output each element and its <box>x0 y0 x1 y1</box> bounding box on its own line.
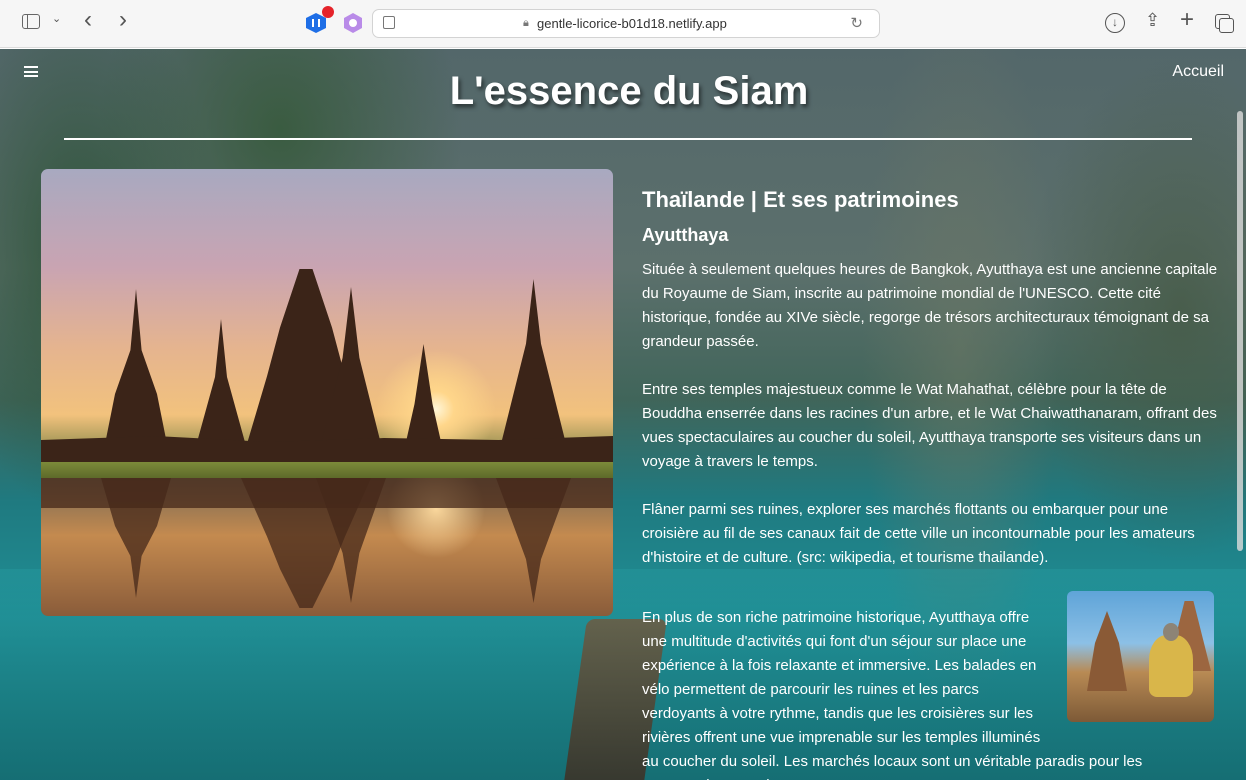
article: Thaïlande | Et ses patrimoines Ayutthaya… <box>642 187 1222 570</box>
forward-icon[interactable]: › <box>119 6 127 34</box>
extension-icon[interactable] <box>306 6 334 35</box>
lock-icon: 🔒︎ <box>523 17 529 29</box>
download-icon[interactable]: ↓ <box>1105 13 1125 33</box>
address-bar[interactable]: 🔒︎ gentle-licorice-b01d18.netlify.app ↻ <box>372 9 880 38</box>
page-title: L'essence du Siam <box>449 69 809 113</box>
back-icon[interactable]: ‹ <box>84 6 92 34</box>
buddha-statue-photo <box>1067 591 1214 722</box>
article-subheading: Ayutthaya <box>642 225 729 245</box>
article-paragraph: Située à seulement quelques heures de Ba… <box>642 261 1218 350</box>
sidebar-toggle-icon[interactable] <box>22 14 40 29</box>
url-text[interactable]: gentle-licorice-b01d18.netlify.app <box>537 16 727 31</box>
browser-toolbar: ⌄ ‹ › 🔒︎ gentle-licorice-b01d18.netlify.… <box>0 0 1246 48</box>
reload-icon[interactable]: ↻ <box>850 14 863 32</box>
notification-badge <box>322 6 334 18</box>
article-heading: Thaïlande | Et ses patrimoines <box>642 187 959 212</box>
article-paragraph: Entre ses temples majestueux comme le Wa… <box>642 381 1217 470</box>
page-settings-icon[interactable] <box>383 16 395 29</box>
title-divider <box>64 138 1192 140</box>
share-icon[interactable]: ⇪ <box>1145 10 1160 31</box>
article-paragraph: Flâner parmi ses ruines, explorer ses ma… <box>642 501 1195 566</box>
temple-sunset-photo <box>41 169 613 616</box>
shield-extension-icon[interactable] <box>344 13 362 33</box>
chevron-down-icon[interactable]: ⌄ <box>52 12 61 25</box>
tab-overview-icon[interactable] <box>1215 14 1234 33</box>
new-tab-icon[interactable]: + <box>1180 6 1194 34</box>
page-viewport: Accueil L'essence du Siam Thaïlande | Et… <box>0 49 1246 780</box>
scrollbar[interactable] <box>1237 111 1243 551</box>
